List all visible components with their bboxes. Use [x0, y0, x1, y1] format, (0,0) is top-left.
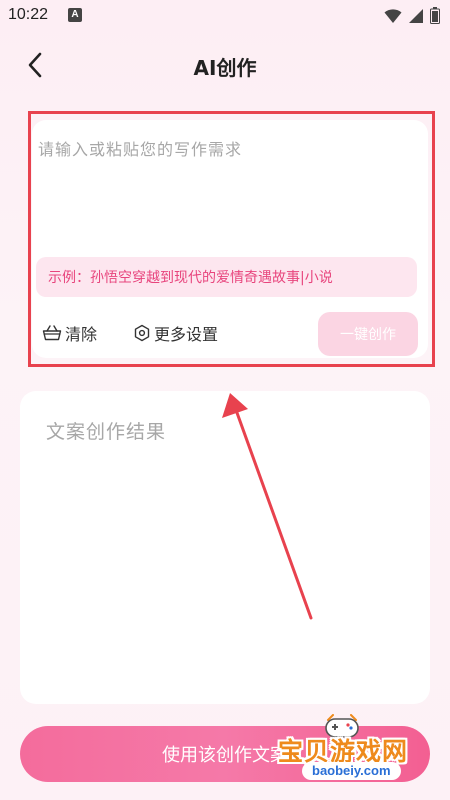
battery-icon	[430, 7, 440, 24]
example-prompt-text: 示例：孙悟空穿越到现代的爱情奇遇故事|小说	[48, 270, 333, 286]
signal-icon	[409, 8, 423, 23]
more-settings-button[interactable]: 更多设置	[133, 320, 218, 346]
ai-writing-screen: 10:22 A AI创作 示例：孙悟空穿越到现代的爱情奇遇故事|	[0, 0, 450, 800]
example-prompt[interactable]: 示例：孙悟空穿越到现代的爱情奇遇故事|小说	[36, 257, 417, 297]
clear-button[interactable]: 清除	[42, 320, 97, 346]
status-icons	[384, 7, 440, 24]
status-bar: 10:22 A	[0, 0, 450, 32]
wifi-icon	[384, 8, 402, 23]
prompt-input[interactable]	[38, 136, 422, 246]
result-card: 文案创作结果	[20, 391, 430, 704]
header: AI创作	[0, 40, 450, 92]
clear-label: 清除	[65, 325, 98, 344]
generate-button[interactable]: 一键创作	[318, 312, 418, 356]
basket-icon	[42, 325, 62, 341]
use-copy-button[interactable]: 使用该创作文案	[20, 726, 430, 782]
page-title: AI创作	[193, 56, 257, 80]
hexagon-settings-icon	[134, 324, 150, 342]
a-letter-icon: A	[68, 8, 82, 22]
status-time: 10:22	[8, 6, 49, 23]
result-placeholder: 文案创作结果	[46, 421, 167, 443]
more-settings-label: 更多设置	[154, 325, 219, 344]
